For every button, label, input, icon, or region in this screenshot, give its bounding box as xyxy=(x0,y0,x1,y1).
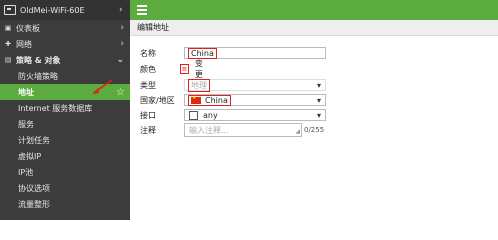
sidebar-item-label: 服务 xyxy=(18,119,34,129)
country-label: 国家/地区 xyxy=(140,95,175,105)
sidebar-item-schedules[interactable]: 计划任务 xyxy=(0,132,130,148)
sidebar-item-label: 防火墙策略 xyxy=(18,71,58,81)
color-control: ≡ 变更 xyxy=(180,58,206,80)
page-title: 编辑地址 xyxy=(137,23,169,32)
comment-textarea[interactable]: 输入注释... ◢ xyxy=(184,123,302,137)
comment-label: 注释 xyxy=(140,125,156,135)
network-icon: ✚ xyxy=(5,40,11,48)
color-label: 颜色 xyxy=(140,64,156,74)
device-name: OldMei-WiFi-60E xyxy=(20,5,85,15)
country-select[interactable]: China xyxy=(184,94,326,106)
star-icon[interactable]: ☆ xyxy=(116,87,125,98)
type-select[interactable]: 地理 xyxy=(184,78,326,92)
dashboard-icon: ▣ xyxy=(4,24,12,32)
chevron-down-icon: ⌄ xyxy=(116,55,124,65)
sidebar-item-virtual-ip[interactable]: 虚拟IP xyxy=(0,148,130,164)
sidebar-item-label: 协议选项 xyxy=(18,183,50,193)
sidebar-item-label: IP池 xyxy=(18,167,34,177)
sidebar: OldMei-WiFi-60E › ▣ 仪表板 › ✚ 网络 › ▤ 策略 & … xyxy=(0,0,130,220)
comment-counter: 0/255 xyxy=(304,126,325,134)
interface-value: any xyxy=(203,110,218,120)
color-change-button[interactable]: 变更 xyxy=(195,58,206,80)
breadcrumb: 编辑地址 xyxy=(130,20,498,36)
sidebar-item-internet-service-db[interactable]: Internet 服务数据库 xyxy=(0,100,130,116)
color-swatch-icon[interactable]: ≡ xyxy=(180,64,189,74)
sidebar-item-label: 流量整形 xyxy=(18,199,50,209)
hamburger-menu-icon[interactable] xyxy=(137,5,147,15)
interface-select[interactable]: any xyxy=(184,109,326,121)
sidebar-item-network[interactable]: ✚ 网络 › xyxy=(0,36,130,52)
sidebar-item-ip-pool[interactable]: IP池 xyxy=(0,164,130,180)
top-bar xyxy=(130,0,498,20)
name-label: 名称 xyxy=(140,48,156,58)
sidebar-item-label: 虚拟IP xyxy=(18,151,42,161)
country-value: China xyxy=(205,95,228,105)
chevron-right-icon: › xyxy=(119,5,123,15)
sidebar-item-label: 地址 xyxy=(18,87,34,97)
sidebar-item-traffic-shaping[interactable]: 流量整形 xyxy=(0,196,130,212)
name-value: China xyxy=(188,47,217,59)
sidebar-item-services[interactable]: 服务 xyxy=(0,116,130,132)
sidebar-item-label: 计划任务 xyxy=(18,135,50,145)
interface-icon xyxy=(189,110,198,120)
country-selection: China xyxy=(188,94,231,106)
resize-grip-icon[interactable]: ◢ xyxy=(295,128,300,135)
sidebar-item-protocol-options[interactable]: 协议选项 xyxy=(0,180,130,196)
china-flag-icon xyxy=(191,95,201,104)
device-icon xyxy=(4,5,16,15)
policy-icon: ▤ xyxy=(4,56,12,64)
sidebar-item-label: 仪表板 xyxy=(16,23,40,33)
sidebar-item-label: 策略 & 对象 xyxy=(16,55,61,65)
sidebar-item-dashboard[interactable]: ▣ 仪表板 › xyxy=(0,20,130,36)
chevron-right-icon: › xyxy=(120,39,124,49)
sidebar-item-label: Internet 服务数据库 xyxy=(18,103,93,113)
type-label: 类型 xyxy=(140,80,156,90)
sidebar-item-label: 网络 xyxy=(16,39,32,49)
device-header[interactable]: OldMei-WiFi-60E › xyxy=(0,0,130,20)
annotation-arrow-icon xyxy=(92,79,113,94)
type-value: 地理 xyxy=(188,78,210,92)
chevron-right-icon: › xyxy=(120,23,124,33)
interface-label: 接口 xyxy=(140,110,156,120)
sidebar-item-policy-objects[interactable]: ▤ 策略 & 对象 ⌄ xyxy=(0,52,130,68)
comment-placeholder: 输入注释... xyxy=(189,125,229,135)
